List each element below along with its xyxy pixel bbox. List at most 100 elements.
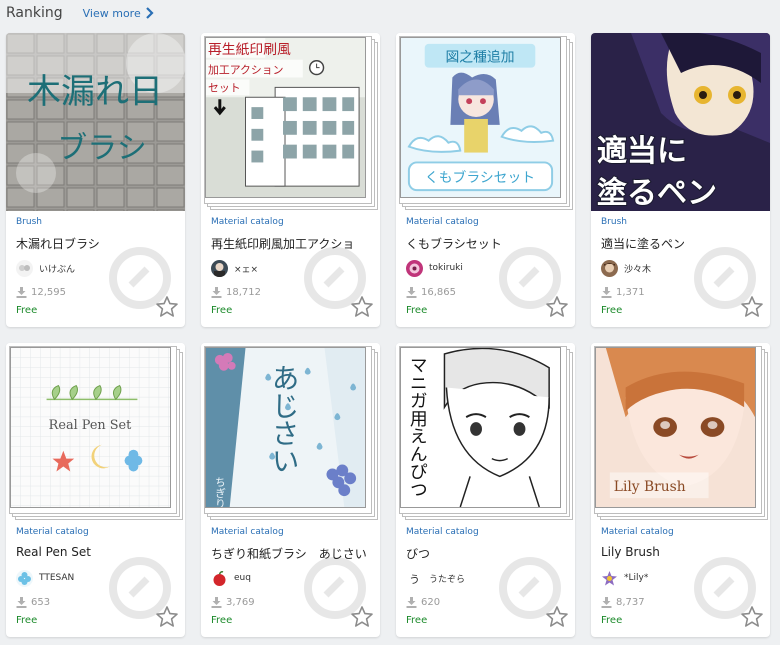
- download-icon: [406, 286, 417, 298]
- asset-title[interactable]: 再生紙印刷風加工アクショ: [211, 235, 370, 251]
- author[interactable]: *Lily*: [601, 569, 760, 587]
- category-label: Material catalog: [211, 527, 284, 537]
- asset-thumbnail[interactable]: 木漏れ日 ブラシ: [6, 33, 185, 211]
- author[interactable]: ×ェ×: [211, 259, 370, 277]
- star-outline-icon[interactable]: [740, 295, 764, 319]
- chevron-right-icon: [145, 7, 154, 19]
- view-more-label: View more: [82, 6, 141, 20]
- asset-title[interactable]: 適当に塗るペン: [601, 235, 760, 251]
- author[interactable]: TTESAN: [16, 569, 175, 587]
- download-count: 1,371: [601, 285, 760, 299]
- download-count-value: 12,595: [31, 286, 66, 298]
- download-count-value: 653: [31, 596, 51, 608]
- view-more-link[interactable]: View more: [83, 7, 155, 20]
- avatar: [211, 569, 228, 587]
- download-icon: [16, 286, 27, 298]
- price-label: Free: [601, 615, 623, 626]
- asset-thumbnail[interactable]: 図之種追加 くもブラシセット: [396, 33, 575, 211]
- price-label: Free: [211, 305, 233, 316]
- asset-thumbnail[interactable]: Lily Brush: [591, 343, 770, 521]
- category-label: Material catalog: [406, 527, 479, 537]
- asset-title[interactable]: Real Pen Set: [16, 545, 175, 561]
- author-name: *Lily*: [624, 573, 649, 583]
- download-count: 3,769: [211, 595, 370, 609]
- author-name: いけぶん: [39, 264, 76, 275]
- author-name: ×ェ×: [234, 264, 259, 275]
- asset-title[interactable]: Lily Brush: [601, 545, 760, 561]
- asset-thumbnail[interactable]: マニガ用えんぴつ: [396, 343, 575, 521]
- download-icon: [406, 596, 417, 608]
- asset-card[interactable]: 再生紙印刷風 加工アクション セット Material catalog 再生紙印…: [201, 33, 380, 327]
- asset-card[interactable]: マニガ用えんぴつ Material catalog びつ う うたぞら 620 …: [396, 343, 575, 637]
- star-outline-icon[interactable]: [155, 295, 179, 319]
- star-outline-icon[interactable]: [350, 295, 374, 319]
- star-outline-icon[interactable]: [350, 605, 374, 629]
- asset-thumbnail[interactable]: 適当に 塗るペン: [591, 33, 770, 211]
- download-count-value: 8,737: [616, 596, 645, 608]
- download-count: 12,595: [16, 285, 175, 299]
- category-label: Brush: [601, 217, 627, 227]
- star-outline-icon[interactable]: [545, 605, 569, 629]
- download-count-value: 1,371: [616, 286, 645, 298]
- download-count-value: 18,712: [226, 286, 261, 298]
- thumb-text: 図之種追加: [445, 50, 514, 66]
- download-icon: [211, 286, 222, 298]
- asset-thumbnail[interactable]: 再生紙印刷風 加工アクション セット: [201, 33, 380, 211]
- section-title: Ranking: [6, 5, 63, 21]
- download-count-value: 3,769: [226, 596, 255, 608]
- author[interactable]: う うたぞら: [406, 569, 565, 587]
- download-icon: [16, 596, 27, 608]
- asset-title[interactable]: びつ: [406, 545, 565, 561]
- asset-card[interactable]: Real Pen Set Material catalog Real Pen S…: [6, 343, 185, 637]
- category-label: Material catalog: [211, 217, 284, 227]
- price-label: Free: [16, 305, 38, 316]
- asset-card[interactable]: 木漏れ日 ブラシ Brush 木漏れ日ブラシ いけぶん 12,595 Free: [6, 33, 185, 327]
- thumb-text: ブラシ: [57, 131, 146, 166]
- author-name: 沙々木: [624, 264, 652, 275]
- thumb-text: 再生紙印刷風: [208, 42, 291, 58]
- author[interactable]: いけぶん: [16, 259, 175, 277]
- price-label: Free: [211, 615, 233, 626]
- asset-title[interactable]: くもブラシセット: [406, 235, 565, 251]
- thumb-text: 適当に: [597, 134, 687, 169]
- avatar: [16, 259, 33, 277]
- asset-card[interactable]: Lily Brush Material catalog Lily Brush *…: [591, 343, 770, 637]
- author-name: tokiruki: [429, 263, 463, 273]
- price-label: Free: [406, 305, 428, 316]
- thumb-text: あじさい: [267, 364, 300, 475]
- author[interactable]: euq: [211, 569, 370, 587]
- price-label: Free: [16, 615, 38, 626]
- star-outline-icon[interactable]: [155, 605, 179, 629]
- asset-card[interactable]: 適当に 塗るペン Brush 適当に塗るペン 沙々木 1,371 Free: [591, 33, 770, 327]
- author-name: euq: [234, 573, 251, 583]
- avatar: [601, 259, 618, 277]
- ranking-grid: 木漏れ日 ブラシ Brush 木漏れ日ブラシ いけぶん 12,595 Free: [6, 33, 774, 637]
- author-name: TTESAN: [39, 573, 75, 583]
- thumb-text: ちぎり和紙: [213, 476, 226, 507]
- author[interactable]: tokiruki: [406, 259, 565, 277]
- download-count: 620: [406, 595, 565, 609]
- thumb-text: Lily Brush: [614, 479, 686, 495]
- asset-card[interactable]: あじさい ちぎり和紙 Material catalog ちぎり和紙ブラシ あじさ…: [201, 343, 380, 637]
- avatar: [601, 569, 618, 587]
- avatar: う: [406, 569, 423, 587]
- author[interactable]: 沙々木: [601, 259, 760, 277]
- asset-thumbnail[interactable]: Real Pen Set: [6, 343, 185, 521]
- category-label: Material catalog: [16, 527, 89, 537]
- download-count-value: 16,865: [421, 286, 456, 298]
- star-outline-icon[interactable]: [545, 295, 569, 319]
- avatar: [16, 569, 33, 587]
- asset-title[interactable]: ちぎり和紙ブラシ あじさい: [211, 545, 370, 561]
- download-count: 653: [16, 595, 175, 609]
- author-name: うたぞら: [429, 574, 466, 585]
- thumb-text: 木漏れ日: [27, 72, 163, 112]
- thumb-text: Real Pen Set: [49, 418, 132, 433]
- category-label: Brush: [16, 217, 42, 227]
- asset-thumbnail[interactable]: あじさい ちぎり和紙: [201, 343, 380, 521]
- star-outline-icon[interactable]: [740, 605, 764, 629]
- avatar: [211, 259, 228, 277]
- asset-title[interactable]: 木漏れ日ブラシ: [16, 235, 175, 251]
- thumb-text: 塗るペン: [597, 176, 717, 211]
- download-count-value: 620: [421, 596, 441, 608]
- asset-card[interactable]: 図之種追加 くもブラシセット Material catalog くもブラシセット…: [396, 33, 575, 327]
